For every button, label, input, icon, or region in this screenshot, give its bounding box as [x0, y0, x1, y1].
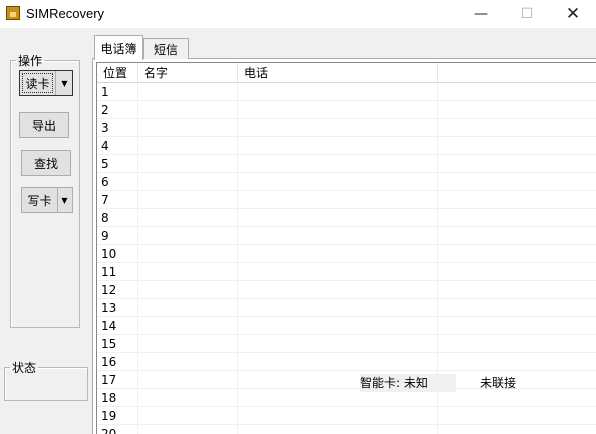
table-row[interactable]: 7: [97, 191, 596, 209]
row-position: 1: [101, 85, 109, 99]
row-position: 20: [101, 427, 117, 434]
row-position: 11: [101, 265, 117, 279]
table-row[interactable]: 6: [97, 173, 596, 191]
table-row[interactable]: 12: [97, 281, 596, 299]
chevron-down-icon[interactable]: ▼: [57, 188, 72, 212]
table-row[interactable]: 3: [97, 119, 596, 137]
row-position: 14: [101, 319, 117, 333]
row-position: 3: [101, 121, 109, 135]
table-row[interactable]: 5: [97, 155, 596, 173]
row-position: 17: [101, 373, 117, 387]
table-row[interactable]: 19: [97, 407, 596, 425]
table-body: 1 2 3 4 5 6 7 8 9 10 11 12 13 14 15 16 1…: [97, 83, 596, 434]
row-position: 5: [101, 157, 109, 171]
row-position: 19: [101, 409, 117, 423]
table-row[interactable]: 1: [97, 83, 596, 101]
status-group: 状态: [4, 359, 88, 401]
maximize-button[interactable]: ☐: [504, 0, 550, 28]
table-row[interactable]: 16: [97, 353, 596, 371]
row-position: 6: [101, 175, 109, 189]
status-legend: 状态: [12, 361, 37, 375]
table-row[interactable]: 8: [97, 209, 596, 227]
row-position: 16: [101, 355, 117, 369]
sim-card-icon: [6, 6, 20, 20]
row-position: 4: [101, 139, 109, 153]
operations-legend: 操作: [18, 54, 43, 68]
table-row[interactable]: 13: [97, 299, 596, 317]
row-position: 15: [101, 337, 117, 351]
column-header-position[interactable]: 位置: [97, 63, 138, 83]
table-row[interactable]: 18: [97, 389, 596, 407]
title-bar: SIMRecovery — ☐ ✕: [0, 0, 596, 28]
table-row[interactable]: 20: [97, 425, 596, 434]
row-position: 8: [101, 211, 109, 225]
chevron-down-icon[interactable]: ▼: [57, 71, 72, 95]
row-position: 2: [101, 103, 109, 117]
row-position: 12: [101, 283, 117, 297]
read-card-label: 读卡: [20, 71, 56, 95]
table-row[interactable]: 14: [97, 317, 596, 335]
tab-sms[interactable]: 短信: [143, 38, 189, 59]
tab-phonebook[interactable]: 电话簿: [94, 35, 143, 60]
row-position: 18: [101, 391, 117, 405]
write-card-button[interactable]: 写卡 ▼: [21, 187, 73, 213]
row-position: 7: [101, 193, 109, 207]
phonebook-table[interactable]: 位置 名字 电话 1 2 3 4 5 6 7 8 9 10 11 12 13 1…: [96, 62, 596, 434]
row-position: 13: [101, 301, 117, 315]
table-row[interactable]: 11: [97, 263, 596, 281]
table-header: 位置 名字 电话: [97, 63, 596, 83]
column-header-phone[interactable]: 电话: [238, 63, 438, 83]
read-card-button[interactable]: 读卡 ▼: [19, 70, 73, 96]
close-button[interactable]: ✕: [550, 0, 596, 28]
table-row[interactable]: 15: [97, 335, 596, 353]
table-row[interactable]: 4: [97, 137, 596, 155]
write-card-label: 写卡: [22, 188, 58, 212]
window-title: SIMRecovery: [26, 6, 105, 21]
column-header-empty[interactable]: [438, 63, 596, 83]
export-button[interactable]: 导出: [19, 112, 69, 138]
minimize-button[interactable]: —: [458, 0, 504, 28]
row-position: 10: [101, 247, 117, 261]
table-row[interactable]: 2: [97, 101, 596, 119]
table-row[interactable]: 9: [97, 227, 596, 245]
column-header-name[interactable]: 名字: [138, 63, 238, 83]
table-row[interactable]: 17: [97, 371, 596, 389]
find-button[interactable]: 查找: [21, 150, 71, 176]
table-row[interactable]: 10: [97, 245, 596, 263]
connection-status: 未联接: [480, 376, 517, 390]
smart-card-status: 智能卡: 未知: [360, 374, 456, 392]
row-position: 9: [101, 229, 109, 243]
